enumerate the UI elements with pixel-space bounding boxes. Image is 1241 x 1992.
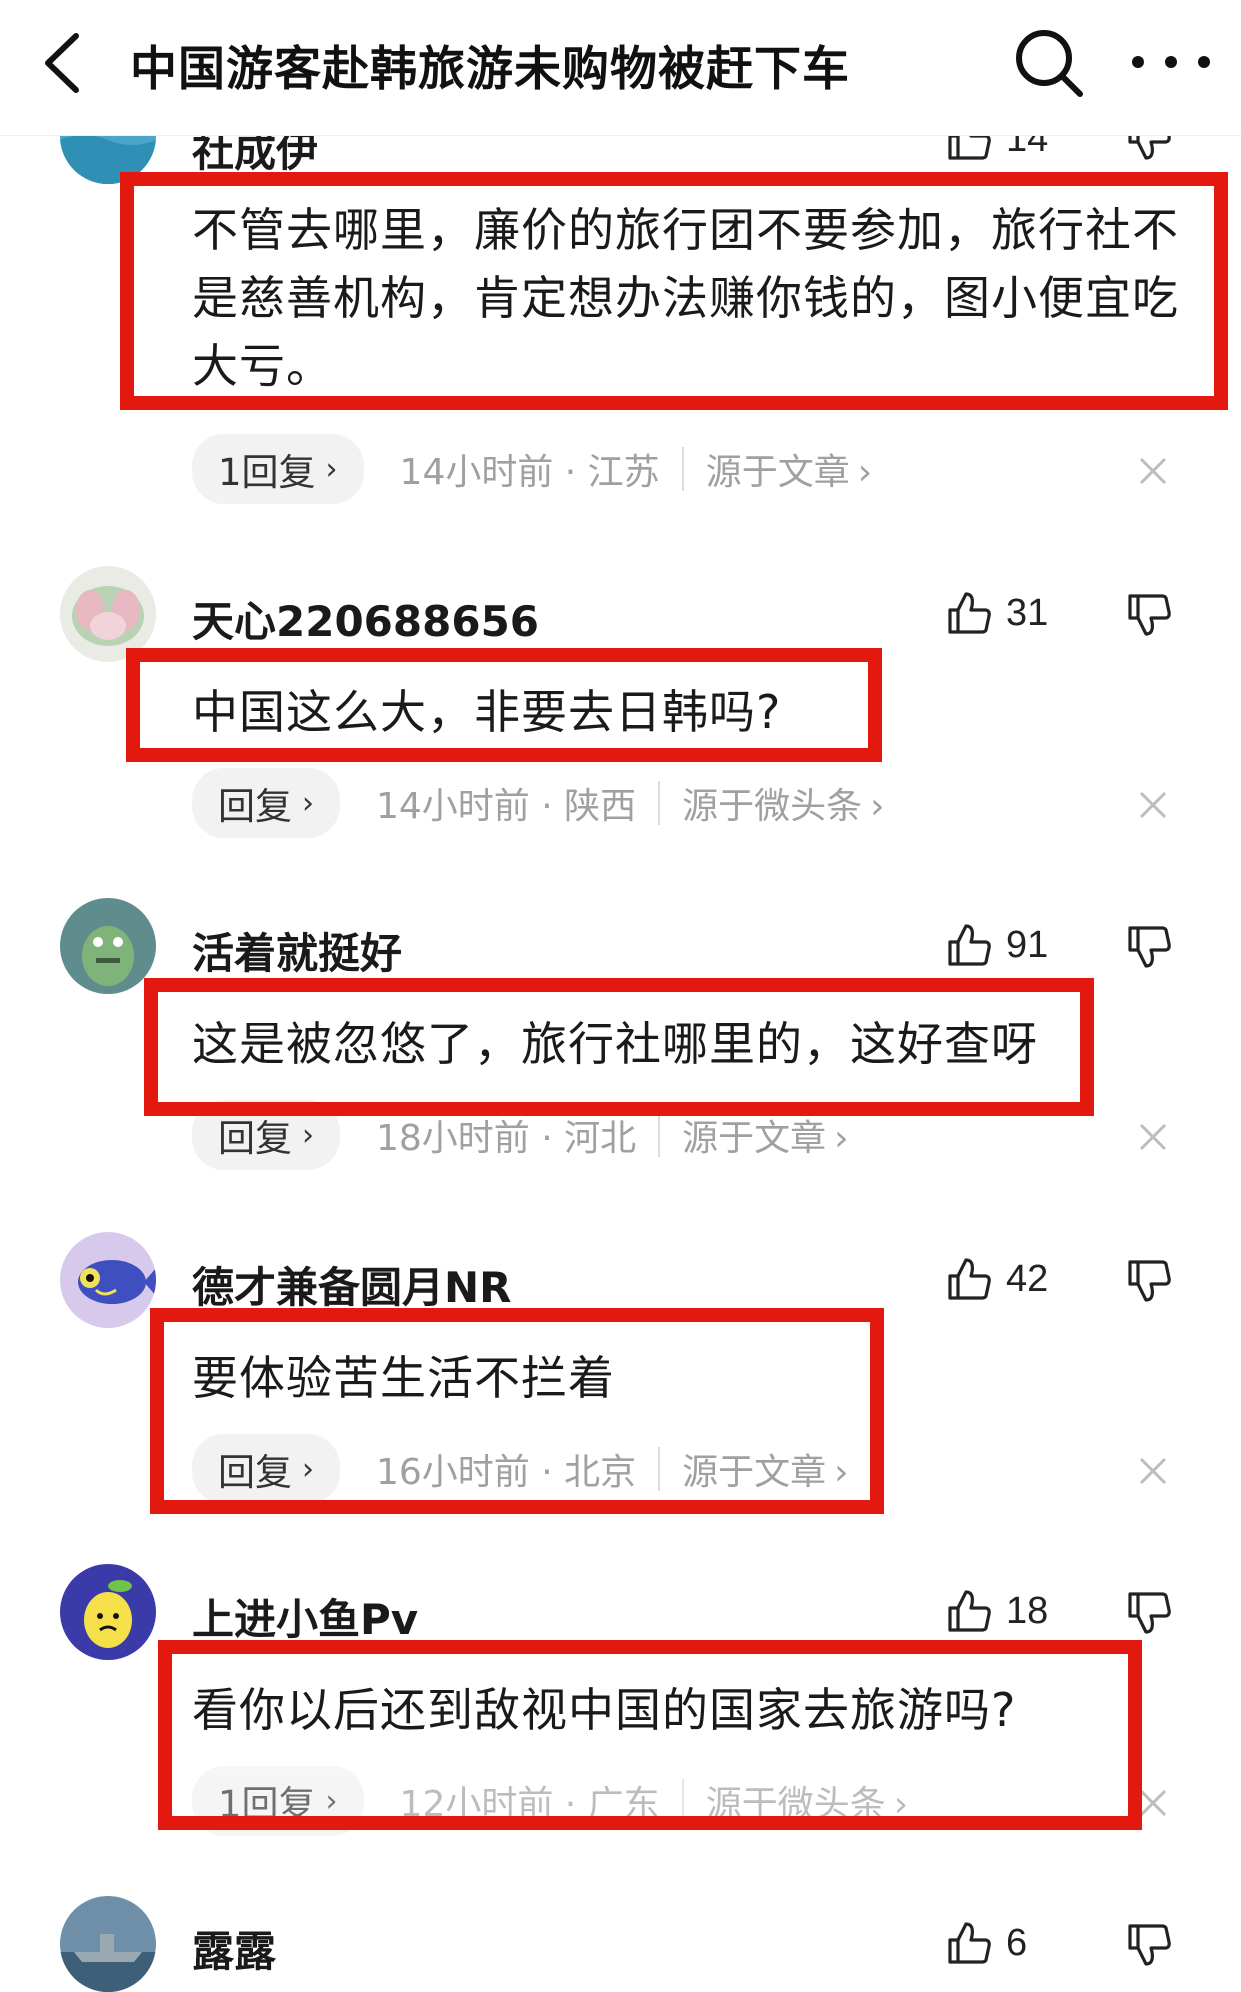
timestamp-location: 16小时前 · 北京 [376, 1452, 637, 1493]
avatar[interactable] [60, 1232, 156, 1328]
comment-content: 中国这么大，非要去日韩吗? [192, 685, 782, 739]
divider [658, 1113, 661, 1157]
chevron-right-icon: › [325, 451, 338, 487]
chevron-right-icon: › [302, 785, 314, 821]
chevron-right-icon: › [834, 1452, 849, 1493]
like-button[interactable]: 6 [946, 1920, 1027, 1966]
thumbs-down-icon[interactable] [1126, 1258, 1172, 1304]
reply-label: 1回复 [218, 451, 316, 494]
like-button[interactable]: 91 [946, 922, 1048, 968]
divider [681, 1779, 684, 1823]
close-icon[interactable] [1138, 1456, 1168, 1486]
avatar[interactable] [60, 1896, 156, 1992]
thumbs-up-icon [948, 1922, 991, 1964]
comment-meta: 回复 › 18小时前 · 河北 源于文章 › [192, 1100, 849, 1170]
source-link[interactable]: 源于微头条 › [706, 1775, 908, 1827]
close-icon[interactable] [1138, 456, 1168, 486]
reply-button[interactable]: 回复 › [192, 1434, 340, 1504]
reply-button[interactable]: 回复 › [192, 1100, 340, 1170]
like-count: 31 [1006, 591, 1049, 634]
reply-label: 回复 [218, 1117, 292, 1160]
timestamp-location: 12小时前 · 广东 [399, 1784, 660, 1825]
comment-meta: 回复 › 16小时前 · 北京 源于文章 › [192, 1434, 849, 1504]
chevron-right-icon: › [325, 1783, 338, 1819]
username[interactable]: 露露 [192, 1918, 276, 1979]
comment-content: 看你以后还到敌视中国的国家去旅游吗? [192, 1683, 1017, 1737]
timestamp-location: 14小时前 · 陕西 [376, 786, 637, 827]
reply-label: 回复 [218, 1451, 292, 1494]
timestamp-location: 18小时前 · 河北 [376, 1118, 637, 1159]
divider [658, 1447, 661, 1491]
comment-content: 不管去哪里，廉价的旅行团不要参加，旅行社不是慈善机构，肯定想办法赚你钱的，图小便… [192, 203, 1179, 393]
thumbs-down-icon[interactable] [1126, 592, 1172, 638]
thumbs-up-icon [948, 924, 991, 966]
avatar[interactable] [60, 898, 156, 994]
reply-button[interactable]: 1回复 › [192, 434, 364, 504]
divider [658, 781, 661, 825]
username[interactable]: 上进小鱼Pv [192, 1586, 418, 1647]
username[interactable]: 活着就挺好 [192, 920, 402, 981]
comment-content: 要体验苦生活不拦着 [192, 1351, 615, 1405]
close-icon[interactable] [1138, 1122, 1168, 1152]
chevron-right-icon: › [893, 1784, 909, 1825]
source-link[interactable]: 源于文章 › [706, 443, 872, 495]
like-count: 6 [1006, 1921, 1028, 1964]
close-icon[interactable] [1138, 1788, 1168, 1818]
like-count: 18 [1006, 1589, 1049, 1632]
chevron-right-icon: › [302, 1451, 314, 1487]
like-count: 91 [1006, 923, 1049, 966]
chevron-right-icon: › [870, 786, 885, 827]
close-icon[interactable] [1138, 790, 1168, 820]
page-title: 中国游客赴韩旅游未购物被赶下车 [130, 42, 850, 97]
reply-label: 回复 [218, 785, 292, 828]
like-button[interactable]: 31 [946, 590, 1048, 636]
top-bar: 中国游客赴韩旅游未购物被赶下车 [0, 0, 1241, 136]
source-label: 源于微头条 [705, 1784, 886, 1825]
chevron-right-icon: › [834, 1118, 849, 1159]
chevron-right-icon: › [857, 452, 873, 493]
timestamp-location: 14小时前 · 江苏 [399, 452, 660, 493]
comment-content: 这是被忽悠了，旅行社哪里的，这好查呀 [192, 1017, 1038, 1071]
source-link[interactable]: 源于文章 › [682, 1443, 848, 1495]
source-label: 源于文章 [705, 452, 850, 493]
thumbs-up-icon [948, 1258, 991, 1300]
chevron-right-icon: › [302, 1117, 314, 1153]
source-label: 源于微头条 [682, 786, 863, 827]
source-link[interactable]: 源于微头条 › [682, 777, 884, 829]
reply-button[interactable]: 回复 › [192, 768, 340, 838]
more-dots-icon[interactable] [1128, 44, 1214, 80]
comment-meta: 1回复 › 12小时前 · 广东 源于微头条 › [192, 1766, 908, 1836]
back-chevron-icon[interactable] [38, 28, 86, 98]
reply-button[interactable]: 1回复 › [192, 1766, 364, 1836]
thumbs-down-icon[interactable] [1126, 1590, 1172, 1636]
like-button[interactable]: 18 [946, 1588, 1048, 1634]
divider [681, 447, 684, 491]
comment-meta: 回复 › 14小时前 · 陕西 源于微头条 › [192, 768, 885, 838]
source-label: 源于文章 [682, 1452, 827, 1493]
source-label: 源于文章 [682, 1118, 827, 1159]
search-icon[interactable] [1010, 24, 1086, 100]
reply-label: 1回复 [218, 1783, 316, 1826]
username[interactable]: 天心220688656 [192, 588, 539, 649]
thumbs-up-icon [948, 1590, 991, 1632]
avatar[interactable] [60, 1564, 156, 1660]
thumbs-down-icon[interactable] [1126, 1922, 1172, 1968]
avatar[interactable] [60, 566, 156, 662]
comment-meta: 1回复 › 14小时前 · 江苏 源于文章 › [192, 434, 872, 504]
like-count: 42 [1006, 1257, 1049, 1300]
source-link[interactable]: 源于文章 › [682, 1109, 848, 1161]
thumbs-up-icon [948, 592, 991, 634]
thumbs-down-icon[interactable] [1126, 924, 1172, 970]
like-button[interactable]: 42 [946, 1256, 1048, 1302]
username[interactable]: 德才兼备圆月NR [192, 1254, 512, 1315]
